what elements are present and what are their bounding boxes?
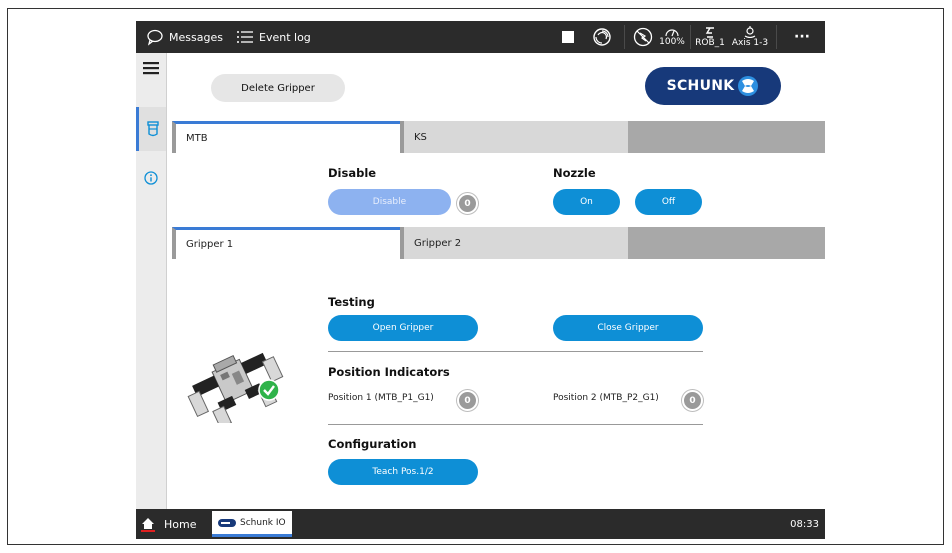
status-check-badge <box>258 379 280 401</box>
position-indicators-title: Position Indicators <box>328 365 450 379</box>
position-2-value: 0 <box>689 395 696 406</box>
open-gripper-button[interactable]: Open Gripper <box>328 315 478 341</box>
axis-icon <box>744 26 756 38</box>
robot-name: ROB_1 <box>695 37 725 48</box>
delete-gripper-label: Delete Gripper <box>241 82 315 94</box>
more-button[interactable]: ··· <box>784 21 820 53</box>
teach-positions-button[interactable]: Teach Pos.1/2 <box>328 459 478 485</box>
messages-label: Messages <box>169 30 223 44</box>
hamburger-menu-button[interactable] <box>136 57 166 79</box>
clock-time: 08:33 <box>790 518 819 530</box>
stop-status[interactable] <box>556 21 580 53</box>
teach-positions-label: Teach Pos.1/2 <box>372 467 434 477</box>
disable-button[interactable]: Disable <box>328 189 451 215</box>
nozzle-off-button[interactable]: Off <box>635 189 702 215</box>
tab-gripper-2-label: Gripper 2 <box>414 237 462 249</box>
tab-filler <box>628 227 825 259</box>
disable-count: 0 <box>464 198 471 209</box>
sidebar-item-gripper[interactable] <box>136 107 166 151</box>
separator <box>776 25 777 49</box>
tab-gripper-1[interactable]: Gripper 1 <box>172 227 400 259</box>
tab-mtb-label: MTB <box>186 133 208 144</box>
event-log-button[interactable]: Event log <box>236 21 311 53</box>
home-button[interactable]: Home <box>140 509 196 539</box>
clock: 08:33 <box>790 509 819 539</box>
disable-count-badge: 0 <box>457 193 478 214</box>
disable-title: Disable <box>328 166 377 180</box>
separator <box>690 25 691 49</box>
testing-title: Testing <box>328 295 375 309</box>
motor-spiral-icon <box>593 28 611 46</box>
divider <box>328 351 703 352</box>
tab-gripper-2[interactable]: Gripper 2 <box>400 227 628 259</box>
speedometer-icon <box>665 29 679 37</box>
motors-status[interactable] <box>588 21 616 53</box>
position-2-badge: 0 <box>682 390 703 411</box>
hamburger-icon <box>143 62 159 75</box>
no-run-icon <box>633 27 653 47</box>
top-bar: Messages Event log 100% ROB_1 Axis 1-3 ·… <box>136 21 825 53</box>
gripper-icon <box>146 121 159 137</box>
stop-icon <box>562 31 574 43</box>
messages-button[interactable]: Messages <box>146 21 223 53</box>
configuration-title: Configuration <box>328 437 417 451</box>
tab-filler <box>628 121 825 153</box>
bottom-bar: Home Schunk IO 08:33 <box>136 509 825 539</box>
chat-icon <box>147 29 163 46</box>
position-1-label: Position 1 (MTB_P1_G1) <box>328 393 434 403</box>
nozzle-title: Nozzle <box>553 166 596 180</box>
nozzle-on-label: On <box>580 197 593 207</box>
robot-icon <box>705 26 714 38</box>
speed-status[interactable]: 100% <box>658 21 686 53</box>
flexpendant-screen: Messages Event log 100% ROB_1 Axis 1-3 ·… <box>136 21 825 539</box>
schunk-logo: SCHUNK <box>645 67 781 105</box>
home-label: Home <box>164 517 197 531</box>
divider <box>328 424 703 425</box>
axis-selector[interactable]: Axis 1-3 <box>730 21 770 53</box>
close-gripper-button[interactable]: Close Gripper <box>553 315 703 341</box>
nozzle-on-button[interactable]: On <box>553 189 620 215</box>
home-icon <box>141 518 155 532</box>
position-2-label: Position 2 (MTB_P2_G1) <box>553 393 659 403</box>
more-label: ··· <box>794 29 810 45</box>
list-icon <box>237 31 253 43</box>
check-icon <box>258 379 280 401</box>
tab-gripper-1-label: Gripper 1 <box>186 239 234 250</box>
axis-name: Axis 1-3 <box>731 38 769 48</box>
event-log-label: Event log <box>259 30 311 44</box>
position-1-value: 0 <box>464 395 471 406</box>
logo-text: SCHUNK <box>666 78 735 94</box>
app-tab-schunk-io[interactable]: Schunk IO <box>212 511 292 537</box>
position-1-badge: 0 <box>457 390 478 411</box>
robot-selector[interactable]: ROB_1 <box>692 21 728 53</box>
close-gripper-label: Close Gripper <box>597 323 659 333</box>
main-content: Delete Gripper SCHUNK MTB KS Disable Dis… <box>167 53 825 509</box>
tab-mtb[interactable]: MTB <box>172 121 400 153</box>
logo-emblem-icon <box>738 76 759 96</box>
sidebar <box>136 53 167 509</box>
tool-tabs: MTB KS <box>172 121 825 153</box>
disable-button-label: Disable <box>372 197 407 207</box>
gripper-tabs: Gripper 1 Gripper 2 <box>172 227 825 259</box>
delete-gripper-button[interactable]: Delete Gripper <box>211 74 345 102</box>
info-icon <box>144 171 158 185</box>
app-tab-label: Schunk IO <box>240 517 286 528</box>
schunk-app-icon <box>218 518 236 527</box>
tab-ks[interactable]: KS <box>400 121 628 153</box>
run-mode-status[interactable] <box>630 21 656 53</box>
open-gripper-label: Open Gripper <box>372 323 434 333</box>
sidebar-item-info[interactable] <box>136 165 166 191</box>
separator <box>624 25 625 49</box>
speed-value: 100% <box>659 37 685 47</box>
tab-ks-label: KS <box>414 131 427 143</box>
nozzle-off-label: Off <box>661 197 676 207</box>
